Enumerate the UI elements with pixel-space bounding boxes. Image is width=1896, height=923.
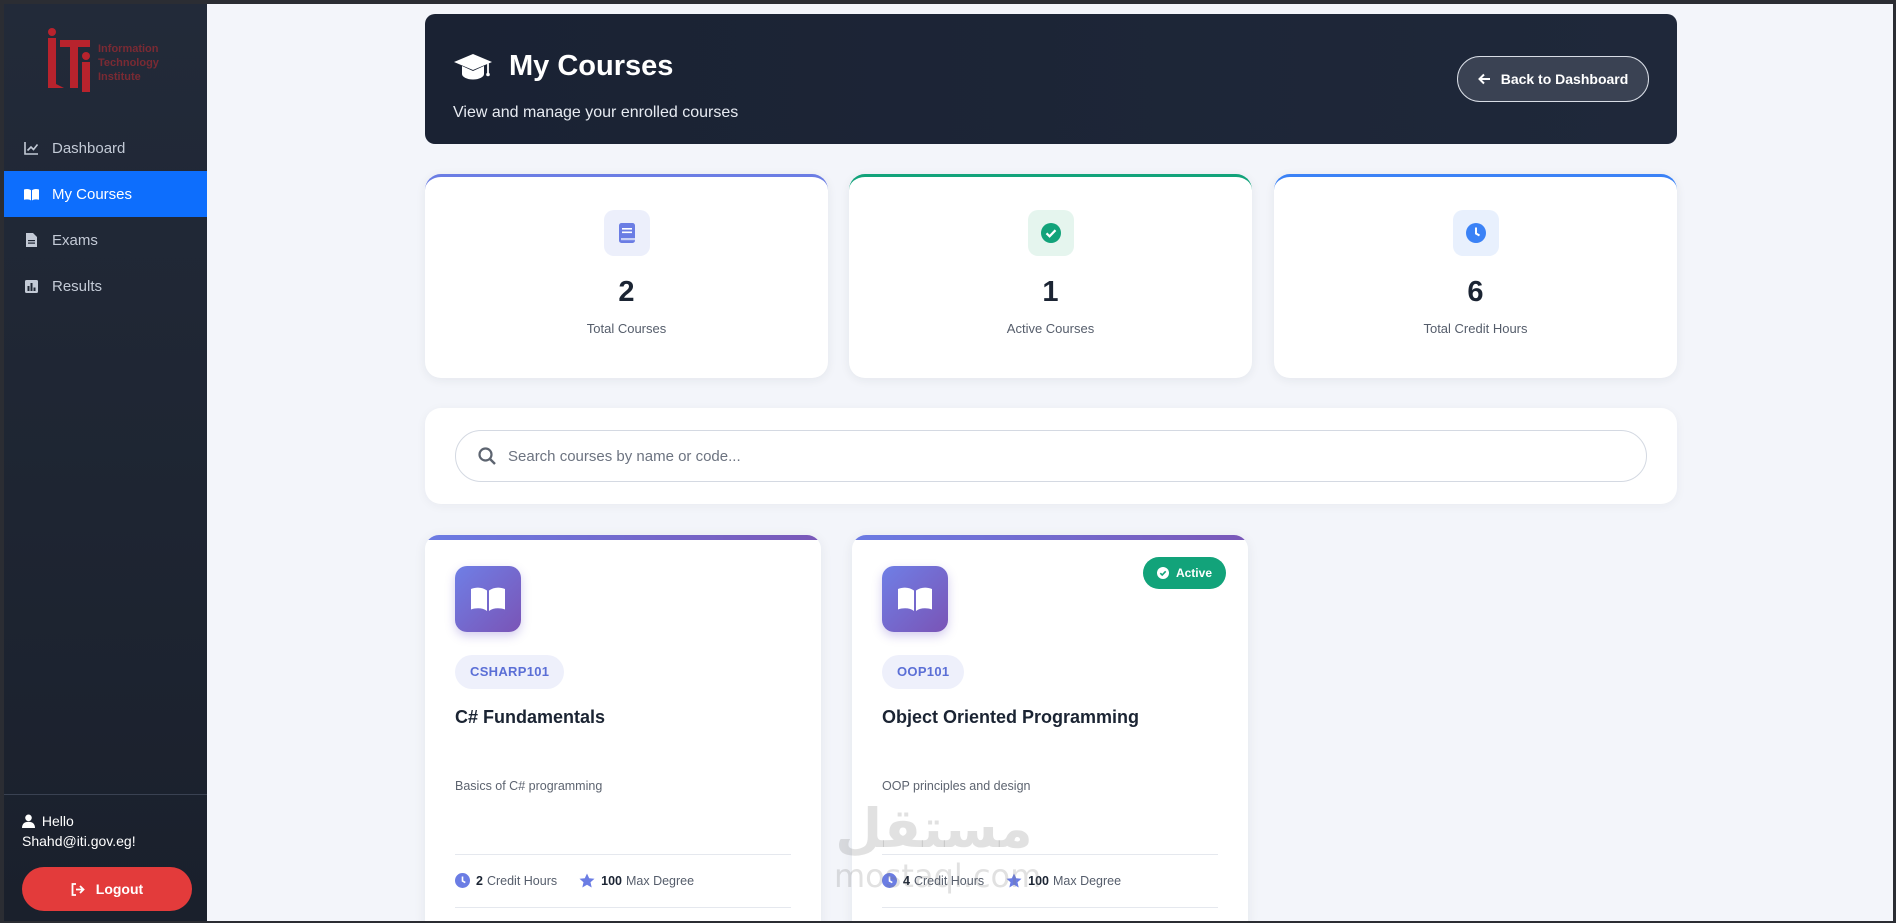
page-header: My Courses View and manage your enrolled… [425, 14, 1677, 144]
logout-label: Logout [95, 881, 144, 897]
back-to-dashboard-button[interactable]: Back to Dashboard [1457, 56, 1649, 102]
check-circle-icon [1027, 210, 1074, 256]
course-code-badge: CSHARP101 [455, 655, 565, 689]
credit-hours-label: Credit Hours [486, 873, 558, 888]
book-open-icon [22, 186, 40, 202]
course-card-oop101[interactable]: Active OOP101 Object Oriented Programmin… [852, 535, 1248, 921]
stat-card-total-courses: 2 Total Courses [425, 174, 828, 378]
status-badge: Active [1142, 557, 1226, 589]
credit-hours: 4 Credit Hours [882, 873, 984, 888]
course-description: OOP principles and design [882, 779, 1031, 793]
course-card-csharp101[interactable]: CSHARP101 C# Fundamentals Basics of C# p… [425, 535, 821, 921]
iti-logo[interactable]: Information Technology Institute [44, 26, 174, 98]
search-input[interactable] [508, 447, 1608, 465]
divider [455, 854, 791, 855]
stat-card-active-courses: 1 Active Courses [849, 174, 1252, 378]
logout-button[interactable]: Logout [22, 867, 192, 911]
page-title: My Courses [453, 50, 673, 83]
page-subtitle: View and manage your enrolled courses [453, 104, 739, 121]
divider [455, 907, 791, 908]
user-email: Shahd@iti.gov.eg! [22, 833, 136, 849]
star-icon [579, 873, 595, 888]
book-open-icon [882, 566, 948, 632]
sign-out-icon [71, 882, 85, 896]
credit-hours-label: Credit Hours [913, 873, 985, 888]
sidebar-item-label: My Courses [52, 185, 133, 203]
max-degree: 100 Max Degree [579, 873, 694, 888]
stat-value: 6 [1467, 276, 1484, 308]
credit-hours-value: 4 [903, 873, 910, 888]
file-icon [22, 232, 40, 248]
max-degree-value: 100 [1028, 873, 1049, 888]
stat-label: Total Credit Hours [1423, 321, 1528, 336]
course-meta: 2 Credit Hours 100 Max Degree [455, 873, 694, 888]
clock-icon [455, 873, 470, 888]
max-degree: 100 Max Degree [1006, 873, 1121, 888]
sidebar-item-my-courses[interactable]: My Courses [4, 171, 207, 217]
sidebar-nav: Dashboard My Courses Exams Results [4, 125, 207, 309]
book-icon [603, 210, 650, 256]
page-title-text: My Courses [509, 50, 674, 82]
stat-card-credit-hours: 6 Total Credit Hours [1274, 174, 1677, 378]
search-icon [478, 447, 496, 465]
bar-chart-icon [22, 278, 40, 294]
clock-icon [1452, 210, 1499, 256]
stat-label: Total Courses [586, 321, 667, 336]
max-degree-label: Max Degree [625, 873, 695, 888]
sidebar-item-label: Dashboard [52, 139, 126, 157]
stats-row: 2 Total Courses 1 Active Courses 6 Total… [425, 174, 1677, 378]
status-badge-label: Active [1175, 566, 1212, 580]
search-card [425, 408, 1677, 504]
star-icon [1006, 873, 1022, 888]
arrow-left-icon [1477, 73, 1490, 85]
divider [882, 854, 1218, 855]
course-title: Object Oriented Programming [882, 707, 1140, 727]
sidebar-item-dashboard[interactable]: Dashboard [4, 125, 207, 171]
logo-text-line-3: Institute [98, 71, 141, 83]
course-meta: 4 Credit Hours 100 Max Degree [882, 873, 1121, 888]
course-title: C# Fundamentals [455, 707, 606, 727]
check-circle-icon [1156, 567, 1169, 579]
logo-text-line-1: Information [98, 43, 159, 55]
iti-logo-mark [44, 26, 96, 96]
main-content: My Courses View and manage your enrolled… [207, 4, 1893, 921]
book-open-icon [455, 566, 521, 632]
logo-text: Information Technology Institute [98, 42, 159, 84]
logo-text-line-2: Technology [98, 57, 159, 69]
user-icon [22, 813, 36, 828]
credit-hours-value: 2 [476, 873, 483, 888]
clock-icon [882, 873, 897, 888]
sidebar-item-results[interactable]: Results [4, 263, 207, 309]
user-greeting: Hello Shahd@iti.gov.eg! [22, 811, 189, 851]
back-button-label: Back to Dashboard [1500, 71, 1629, 87]
course-description: Basics of C# programming [455, 779, 603, 793]
graduation-cap-icon [454, 53, 492, 79]
credit-hours: 2 Credit Hours [455, 873, 557, 888]
stat-label: Active Courses [1006, 321, 1095, 336]
max-degree-label: Max Degree [1052, 873, 1122, 888]
app-window: Information Technology Institute Dashboa… [0, 0, 1896, 923]
sidebar-item-label: Exams [52, 231, 98, 249]
course-code-badge: OOP101 [882, 655, 965, 689]
hello-label: Hello [41, 813, 74, 829]
sidebar-item-exams[interactable]: Exams [4, 217, 207, 263]
sidebar-item-label: Results [52, 277, 103, 295]
max-degree-value: 100 [601, 873, 622, 888]
sidebar: Information Technology Institute Dashboa… [4, 4, 207, 921]
stat-value: 2 [618, 276, 635, 308]
divider [882, 907, 1218, 908]
stat-value: 1 [1042, 276, 1059, 308]
chart-line-icon [22, 140, 40, 156]
sidebar-footer: Hello Shahd@iti.gov.eg! Logout [4, 794, 207, 911]
search-box[interactable] [455, 430, 1647, 482]
